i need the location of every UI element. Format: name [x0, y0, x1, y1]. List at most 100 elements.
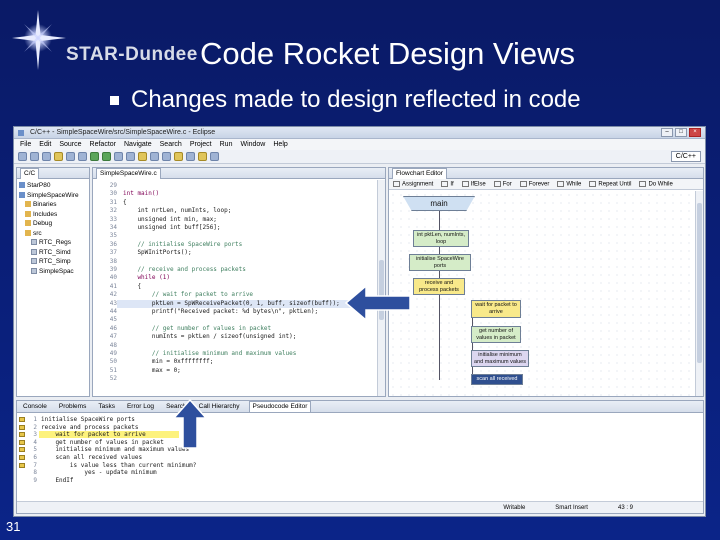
code-rocket-marker-icon — [19, 417, 25, 422]
tree-item-label: RTC_Regs — [39, 239, 72, 246]
debug-icon[interactable] — [90, 152, 99, 161]
menu-item-refactor[interactable]: Refactor — [90, 141, 116, 148]
menu-item-search[interactable]: Search — [160, 141, 182, 148]
palette-item[interactable]: Forever — [519, 180, 549, 187]
minimize-button[interactable]: – — [661, 128, 673, 137]
maximize-button[interactable]: □ — [675, 128, 687, 137]
pseudocode-line: scan all received values — [41, 454, 143, 461]
palette-item[interactable]: IfElse — [461, 180, 486, 187]
palette-item[interactable]: Repeat Until — [589, 180, 631, 187]
menu-item-project[interactable]: Project — [190, 141, 212, 148]
tree-item[interactable]: StarP80 — [19, 181, 87, 191]
flowchart-scrollbar[interactable] — [695, 191, 703, 396]
tab-flowchart-editor[interactable]: Flowchart Editor — [392, 168, 447, 179]
init-minmax-node[interactable]: initialise minimum and maximum values — [471, 350, 529, 367]
external-tools-icon[interactable] — [114, 152, 123, 161]
annotation-icon[interactable] — [138, 152, 147, 161]
pseudocode-line: initialise SpaceWire ports — [41, 416, 135, 423]
menu-item-source[interactable]: Source — [59, 141, 81, 148]
tree-item[interactable]: SimpleSpaceWire — [19, 191, 87, 201]
line-number: 50 — [109, 358, 117, 366]
tree-item[interactable]: src — [19, 229, 87, 239]
flow-loop-connector — [472, 312, 473, 382]
flowchart-scroll-thumb[interactable] — [697, 203, 702, 363]
palette-shape-icon — [557, 180, 565, 187]
code-editor: SimpleSpaceWire.c 29 30 int main() 31 {32 in… — [92, 167, 386, 397]
tree-item[interactable]: Debug — [19, 219, 87, 229]
code-line: while (1) — [123, 274, 170, 282]
tab-source-file[interactable]: SimpleSpaceWire.c — [96, 168, 161, 179]
palette-shape-icon — [461, 180, 469, 187]
code-line: max = 0; — [123, 366, 181, 374]
line-number: 33 — [109, 215, 117, 223]
pseudocode-editor[interactable]: 1 initialise SpaceWire ports 2 receive and … — [17, 414, 703, 500]
tree-item-label: Includes — [33, 210, 58, 218]
palette-item[interactable]: For — [493, 180, 512, 187]
pseudocode-line: initialise minimum and maximum values — [41, 446, 190, 454]
palette-shape-icon — [589, 180, 597, 187]
palette-item[interactable]: While — [557, 180, 581, 187]
pseudocode-tool-icon[interactable] — [198, 152, 207, 161]
tab-pseudocode-editor[interactable]: Pseudocode Editor — [248, 401, 312, 412]
tab-project-explorer[interactable]: C/C — [20, 168, 40, 179]
code-line: // get number of values in packet — [123, 324, 272, 332]
pseudocode-line: get number of values in packet — [41, 438, 164, 446]
line-number: 9 — [33, 476, 37, 484]
declaration-node[interactable]: int pktLen, numInts, loop — [413, 230, 469, 247]
file-icon — [31, 239, 37, 246]
build-icon[interactable] — [54, 152, 63, 161]
tab-console[interactable]: Console — [20, 403, 50, 410]
status-bar: Writable Smart Insert 43 : 9 — [17, 501, 703, 513]
menu-item-navigate[interactable]: Navigate — [124, 141, 152, 148]
tab-error-log[interactable]: Error Log — [124, 403, 157, 410]
tree-item-label: Debug — [33, 220, 53, 227]
sync-icon[interactable] — [210, 152, 219, 161]
palette-item[interactable]: Do While — [639, 180, 673, 188]
tree-item[interactable]: Includes — [19, 210, 87, 220]
new-icon[interactable] — [18, 152, 27, 161]
tab-problems[interactable]: Problems — [56, 403, 89, 410]
code-line: int main() — [123, 190, 160, 198]
tree-item[interactable]: RTC_Simd — [19, 248, 87, 258]
menu-item-window[interactable]: Window — [240, 141, 265, 148]
tree-item-label: SimpleSpaceWire — [27, 191, 79, 199]
save-icon[interactable] — [30, 152, 39, 161]
perspective-switcher[interactable]: C/C++ — [670, 151, 701, 162]
new-class-icon[interactable] — [66, 152, 75, 161]
slide-title: Code Rocket Design Views — [200, 36, 576, 71]
print-icon[interactable] — [42, 152, 51, 161]
palette-item[interactable]: Assignment — [393, 180, 433, 187]
bullet-text: Changes made to design reflected in code — [131, 86, 581, 113]
code-rocket-icon[interactable] — [186, 152, 195, 161]
close-button[interactable]: × — [689, 128, 701, 137]
palette-item[interactable]: If — [441, 180, 454, 187]
run-icon[interactable] — [102, 152, 111, 161]
search-icon[interactable] — [126, 152, 135, 161]
menu-item-help[interactable]: Help — [273, 141, 287, 148]
code-area[interactable]: 29 30 int main() 31 {32 int nrtLen, numInts,… — [93, 180, 385, 396]
code-line: SpWInitPorts(); — [123, 249, 192, 257]
menu-item-edit[interactable]: Edit — [39, 141, 51, 148]
forward-icon[interactable] — [162, 152, 171, 161]
menu-item-file[interactable]: File — [20, 141, 31, 148]
scan-values-node[interactable]: scan all received — [471, 374, 523, 385]
bottom-tabbar: Console Problems Tasks Error Log Search Call … — [17, 401, 703, 413]
palette-item-label: Do While — [648, 181, 673, 188]
tree-item[interactable]: Binaries — [19, 200, 87, 210]
get-number-node[interactable]: get number of values in packet — [471, 326, 521, 343]
main-node[interactable]: main — [403, 196, 475, 211]
receive-process-node[interactable]: receive and process packets — [413, 278, 465, 295]
back-icon[interactable] — [150, 152, 159, 161]
tree-item[interactable]: RTC_Regs — [19, 238, 87, 248]
wait-packet-node[interactable]: wait for packet to arrive — [471, 300, 521, 318]
logo-text: STAR-Dundee — [66, 44, 198, 65]
init-ports-node[interactable]: initialise SpaceWire ports — [409, 254, 471, 271]
tab-tasks[interactable]: Tasks — [95, 403, 118, 410]
code-line: pktLen = SpWReceivePacket(0, 1, buff, si… — [123, 299, 340, 307]
tree-item[interactable]: SimpleSpac — [19, 267, 87, 277]
menu-item-run[interactable]: Run — [220, 141, 233, 148]
flowchart-tool-icon[interactable] — [174, 152, 183, 161]
new-file-icon[interactable] — [78, 152, 87, 161]
tree-item[interactable]: RTC_Simp — [19, 257, 87, 267]
line-number: 44 — [109, 308, 117, 315]
